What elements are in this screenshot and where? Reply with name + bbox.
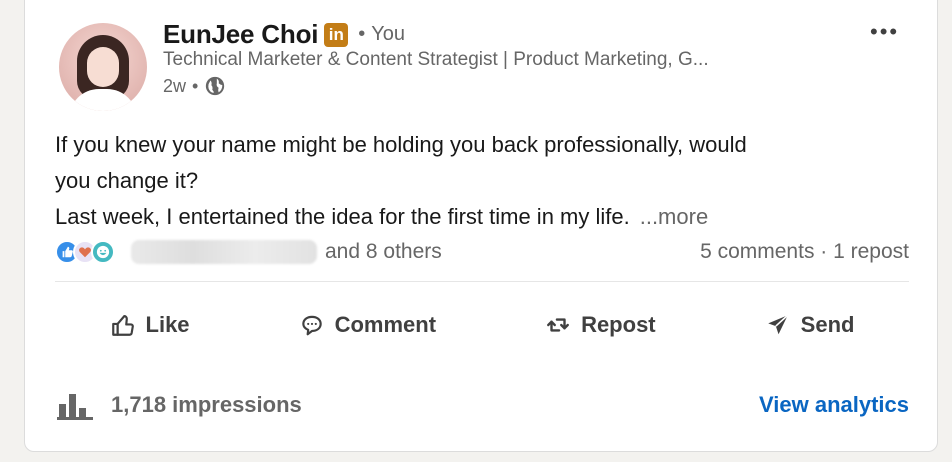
impressions-count[interactable]: 1,718 impressions [111,392,302,418]
blurred-reactor-names[interactable] [131,240,317,264]
action-bar: Like Comment Repost Send [55,299,909,351]
author-headline: Technical Marketer & Content Strategist … [163,49,709,70]
post-time[interactable]: 2w [163,76,186,97]
social-counts: and 8 others 5 comments · 1 repost [55,237,909,267]
funny-reaction-icon [91,240,115,264]
post-text-line: you change it? [55,168,199,193]
post-text-line: Last week, I entertained the idea for th… [55,204,630,229]
send-label: Send [800,312,855,337]
post-options-icon[interactable]: ••• [870,19,899,45]
divider [55,281,909,282]
comment-button[interactable]: Comment [283,304,452,346]
view-analytics-link[interactable]: View analytics [759,392,909,418]
see-more-link[interactable]: ...more [640,204,708,229]
reaction-icons[interactable] [55,240,115,264]
like-icon [111,315,134,336]
repost-icon [547,318,570,332]
send-icon [767,314,788,335]
post-meta: 2w • [163,75,226,97]
post-body: If you knew your name might be holding y… [55,127,915,235]
relation-label: • You [358,23,405,46]
comment-icon [301,315,322,336]
globe-icon [206,76,225,96]
send-button[interactable]: Send [749,304,871,346]
like-button[interactable]: Like [94,304,206,346]
avatar-face [87,47,119,87]
like-label: Like [145,312,190,337]
time-separator: • [192,75,199,96]
post-text-line: If you knew your name might be holding y… [55,132,747,157]
relation-separator: • [358,23,366,45]
comments-reposts-count[interactable]: 5 comments · 1 repost [700,240,909,264]
post-card: EunJee Choi in • You Technical Marketer &… [24,0,938,452]
author-name[interactable]: EunJee Choi [163,19,318,50]
avatar-shirt [69,89,137,111]
author-avatar[interactable] [59,23,147,111]
reactions-others[interactable]: and 8 others [325,240,442,264]
post-text-line-last: Last week, I entertained the idea for th… [55,199,915,235]
comment-label: Comment [334,312,437,337]
repost-label: Repost [581,312,656,337]
author-name-row: EunJee Choi in • You [163,19,405,50]
analytics-footer: 1,718 impressions View analytics [55,387,909,423]
relation-text: You [371,23,406,45]
repost-button[interactable]: Repost [529,304,672,346]
linkedin-premium-icon: in [324,22,349,47]
analytics-bars-icon [57,394,93,420]
